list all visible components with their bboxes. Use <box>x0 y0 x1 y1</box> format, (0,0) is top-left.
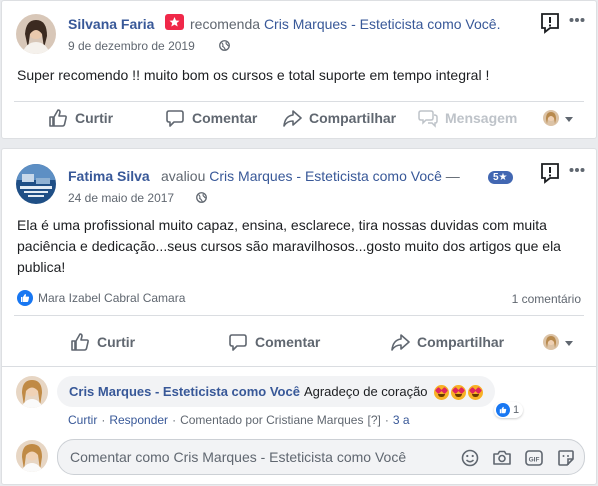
share-label: Compartilhar <box>309 110 397 126</box>
sticker-icon[interactable] <box>556 448 576 468</box>
svg-text:GIF: GIF <box>529 457 540 464</box>
comment-label: Comentar <box>192 110 258 126</box>
share-label: Compartilhar <box>417 334 505 350</box>
divider <box>14 315 584 316</box>
globe-icon <box>219 40 230 51</box>
divider <box>2 366 596 367</box>
comment-button[interactable]: Comentar <box>165 108 257 128</box>
divider <box>14 101 584 102</box>
comment-icon <box>166 110 184 127</box>
heart-eyes-emoji-icon <box>433 384 449 400</box>
emoji-icon[interactable] <box>460 448 480 468</box>
commented-by: Comentado por Cristiane Marques <box>180 413 364 427</box>
rating-badge: 5★ <box>488 171 513 184</box>
share-button[interactable]: Compartilhar <box>282 108 396 128</box>
review-card-fatima: Fatima Silva avaliou Cris Marques - Este… <box>1 148 597 485</box>
comment-reaction-count[interactable]: 1 <box>494 402 524 418</box>
chevron-down-icon[interactable] <box>565 341 573 346</box>
comment-like-link[interactable]: Curtir <box>68 413 97 427</box>
comment-icon <box>229 334 247 351</box>
more-options-icon[interactable] <box>569 167 585 173</box>
fatima-avatar[interactable] <box>16 164 56 204</box>
gif-icon[interactable]: GIF <box>524 448 544 468</box>
page-avatar-small[interactable] <box>543 334 559 350</box>
comment-bubble: Cris Marques - Esteticista como Você Agr… <box>57 376 495 407</box>
message-button[interactable]: Mensagem <box>418 108 517 128</box>
share-icon <box>283 110 302 127</box>
more-options-icon[interactable] <box>569 17 585 23</box>
post-date[interactable]: 9 de dezembro de 2019 <box>68 39 195 53</box>
comment-reply-link[interactable]: Responder <box>109 413 168 427</box>
comment-age[interactable]: 3 a <box>393 413 410 427</box>
share-icon <box>391 334 410 351</box>
globe-icon <box>196 192 207 203</box>
recommend-icon <box>165 14 184 30</box>
report-icon[interactable] <box>539 12 561 34</box>
verb-text: avaliou <box>161 168 206 184</box>
chevron-down-icon[interactable] <box>565 117 573 122</box>
like-reaction-icon <box>17 290 33 306</box>
camera-icon[interactable] <box>492 448 512 468</box>
reaction-count: 1 <box>513 404 520 416</box>
message-icon <box>418 110 438 128</box>
report-icon[interactable] <box>539 162 561 184</box>
commenter-avatar[interactable] <box>16 376 48 408</box>
comment-input[interactable] <box>70 440 450 474</box>
reaction-summary[interactable]: Mara Izabel Cabral Camara <box>17 290 185 306</box>
heart-eyes-emoji-icon <box>450 384 466 400</box>
comment-label: Comentar <box>255 334 321 350</box>
reaction-names[interactable]: Mara Izabel Cabral Camara <box>38 291 185 305</box>
review-text: Ela é uma profissional muito capaz, ensi… <box>17 217 561 275</box>
comment-button[interactable]: Comentar <box>228 332 320 352</box>
silvana-avatar[interactable] <box>16 14 56 54</box>
like-button[interactable]: Curtir <box>70 332 135 352</box>
like-label: Curtir <box>75 110 114 126</box>
thumbs-up-icon <box>71 333 89 351</box>
rating-text: avaliou Cris Marques - Esteticista como … <box>161 168 460 184</box>
verb-text: recomenda <box>190 16 261 32</box>
like-label: Curtir <box>97 334 136 350</box>
author-name[interactable]: Silvana Faria <box>68 16 154 32</box>
recommend-text: recomenda Cris Marques - Esteticista com… <box>190 16 500 32</box>
heart-eyes-emoji-icon <box>467 384 483 400</box>
heart-eyes-emojis <box>432 383 483 400</box>
comment-author[interactable]: Cris Marques - Esteticista como Você <box>69 384 300 399</box>
page-link[interactable]: Cris Marques - Esteticista como Você <box>209 168 442 184</box>
comments-count[interactable]: 1 comentário <box>512 292 581 306</box>
help-link[interactable]: [?] <box>367 413 380 427</box>
review-card-silvana: Silvana Faria recomenda Cris Marques - E… <box>1 0 597 139</box>
share-button[interactable]: Compartilhar <box>390 332 504 352</box>
page-avatar-small[interactable] <box>543 110 559 126</box>
comment-meta: Curtir · Responder · Comentado por Crist… <box>68 413 410 427</box>
dash: — <box>445 168 460 184</box>
post-date[interactable]: 24 de maio de 2017 <box>68 191 174 205</box>
author-name[interactable]: Fatima Silva <box>68 168 150 184</box>
composer-avatar <box>16 440 48 472</box>
message-label: Mensagem <box>445 110 518 126</box>
like-button[interactable]: Curtir <box>48 108 113 128</box>
comment-text: Agradeço de coração <box>303 384 428 399</box>
like-reaction-icon <box>496 403 510 417</box>
comment-composer: GIF <box>57 439 585 475</box>
page-link[interactable]: Cris Marques - Esteticista como Você. <box>264 16 501 32</box>
thumbs-up-icon <box>49 109 67 127</box>
review-text: Super recomendo !! muito bom os cursos e… <box>17 67 490 83</box>
